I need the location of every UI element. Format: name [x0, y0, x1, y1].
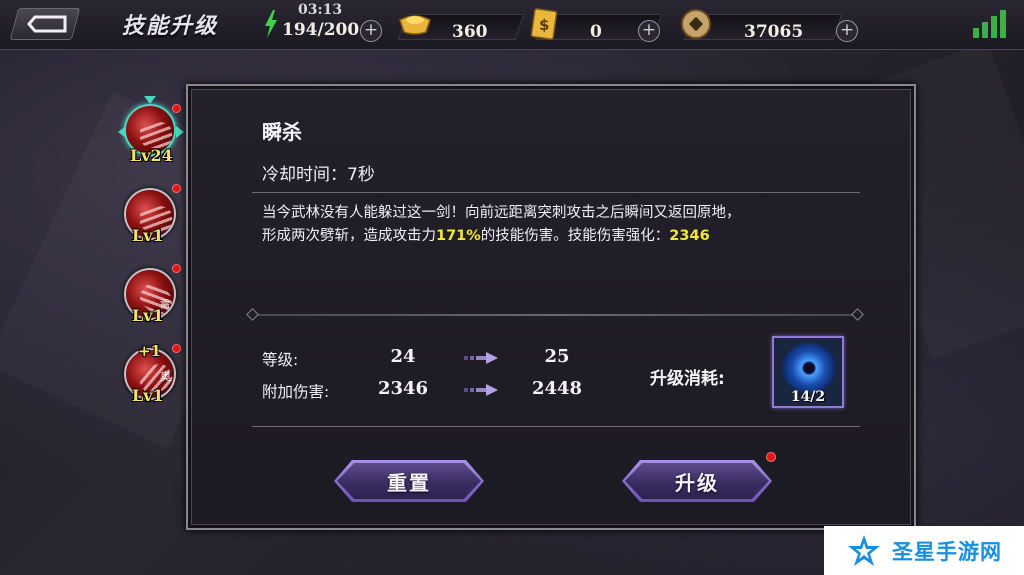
ornament-divider [246, 308, 864, 321]
add-ticket-button[interactable]: + [638, 20, 660, 42]
notification-dot [172, 264, 181, 273]
damage-current: 2346 [377, 378, 429, 399]
damage-bonus: 2346 [669, 228, 710, 244]
level-next: 25 [544, 346, 570, 367]
svg-text:$: $ [539, 16, 549, 34]
skill-level: Lv1 [132, 226, 164, 245]
notification-dot [172, 104, 181, 113]
level-current: 24 [390, 346, 416, 367]
skill-detail-panel: 瞬杀 冷却时间：7秒 当今武林没有人能躲过这一剑！向前远距离突刺攻击之后瞬间又返… [186, 84, 916, 530]
skill-slot-4[interactable]: +1 奥 Lv1 [118, 342, 181, 406]
stamina-timer: 03:13 [298, 2, 343, 18]
back-arrow-icon [27, 15, 67, 33]
skill-level: Lv1 [132, 386, 164, 405]
skill-bonus: +1 [138, 342, 162, 360]
description-line-1: 当今武林没有人能躲过这一剑！向前远距离突刺攻击之后瞬间又返回原地， [262, 205, 741, 221]
cost-item[interactable]: 14/2 [772, 336, 844, 408]
top-bar: 技能升级 03:13 194/200 + 360 $ 0 + 37065 + [0, 0, 1024, 50]
cost-label: 升级消耗: [650, 369, 725, 389]
eye-orb-icon [782, 343, 836, 393]
damage-percent: 171% [436, 228, 481, 244]
watermark: 圣星手游网 [824, 526, 1024, 575]
notification-dot [172, 344, 181, 353]
description-text: 的技能伤害。技能伤害强化： [480, 228, 670, 244]
divider [252, 426, 860, 427]
gold-value: 360 [452, 22, 488, 42]
reset-button-label: 重置 [337, 463, 481, 499]
stamina-bolt-icon [265, 10, 277, 38]
arrow-right-icon [464, 352, 498, 364]
watermark-text: 圣星手游网 [892, 539, 1002, 564]
notification-dot [766, 452, 776, 462]
reset-button[interactable]: 重置 [334, 460, 484, 502]
divider [252, 192, 860, 193]
back-button[interactable] [9, 8, 81, 40]
ticket-card-icon: $ [530, 8, 558, 40]
selection-marker [118, 126, 126, 138]
add-coin-button[interactable]: + [836, 20, 858, 42]
skill-slot-3[interactable]: 需 Lv1 [118, 264, 181, 326]
coin-value: 37065 [744, 22, 804, 42]
ticket-value: 0 [590, 22, 602, 42]
skill-slot-1[interactable]: Lv24 [118, 96, 184, 165]
skill-slot-2[interactable]: Lv1 [118, 184, 181, 246]
signal-icon [973, 10, 1006, 38]
skill-name: 瞬杀 [262, 120, 302, 144]
skill-level: Lv1 [132, 306, 164, 325]
description-line-2: 形成两次劈斩，造成攻击力171%的技能伤害。技能伤害强化：2346 [262, 225, 862, 248]
stamina-value: 194/200 [282, 20, 360, 40]
add-stamina-button[interactable]: + [360, 20, 382, 42]
cost-count: 14/2 [790, 389, 826, 405]
page-title: 技能升级 [122, 14, 219, 39]
selection-marker [144, 96, 156, 104]
damage-label: 附加伤害: [262, 383, 330, 401]
level-label: 等级: [262, 351, 299, 369]
upgrade-button-label: 升级 [625, 463, 769, 499]
damage-next: 2448 [531, 378, 583, 399]
selection-marker [176, 126, 184, 138]
skill-level: Lv24 [130, 146, 173, 165]
skill-description: 当今武林没有人能躲过这一剑！向前远距离突刺攻击之后瞬间又返回原地， 形成两次劈斩… [262, 202, 862, 248]
coin-icon [681, 9, 711, 39]
skill-tag: 奥 [160, 370, 171, 383]
upgrade-button[interactable]: 升级 [622, 460, 772, 502]
watermark-logo-icon [848, 534, 880, 566]
arrow-right-icon [464, 384, 498, 396]
description-text: 形成两次劈斩，造成攻击力 [262, 228, 436, 244]
cooldown-text: 冷却时间：7秒 [262, 165, 375, 185]
gold-ingot-icon [399, 15, 431, 35]
notification-dot [172, 184, 181, 193]
